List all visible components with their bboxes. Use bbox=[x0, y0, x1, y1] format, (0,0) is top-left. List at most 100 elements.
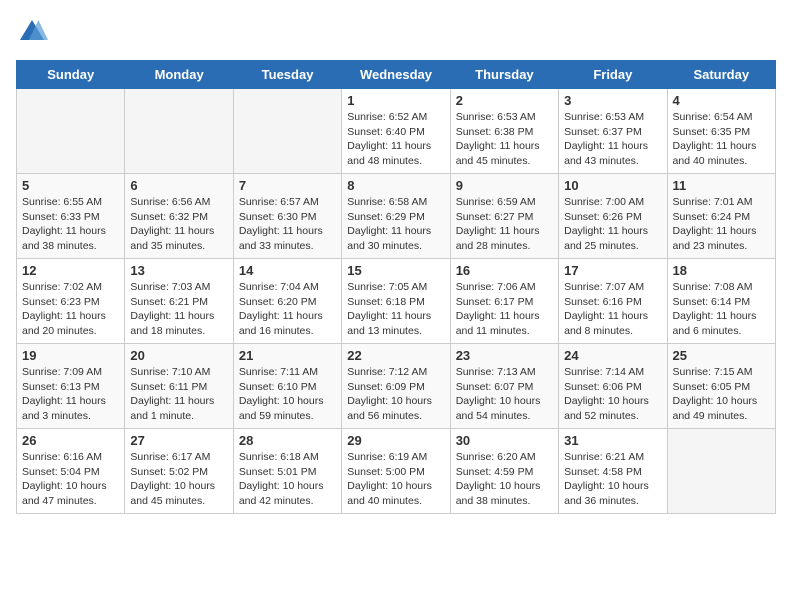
calendar-cell: 14 Sunrise: 7:04 AM Sunset: 6:20 PM Dayli… bbox=[233, 259, 341, 344]
day-number: 19 bbox=[22, 348, 119, 363]
day-number: 17 bbox=[564, 263, 661, 278]
calendar-cell: 21 Sunrise: 7:11 AM Sunset: 6:10 PM Dayli… bbox=[233, 344, 341, 429]
page-header bbox=[16, 16, 776, 48]
day-info: Sunrise: 7:13 AM Sunset: 6:07 PM Dayligh… bbox=[456, 365, 553, 424]
calendar-cell: 18 Sunrise: 7:08 AM Sunset: 6:14 PM Dayli… bbox=[667, 259, 775, 344]
calendar-cell: 30 Sunrise: 6:20 AM Sunset: 4:59 PM Dayli… bbox=[450, 429, 558, 514]
calendar-week-row: 19 Sunrise: 7:09 AM Sunset: 6:13 PM Dayli… bbox=[17, 344, 776, 429]
header-day: Tuesday bbox=[233, 61, 341, 89]
calendar-cell: 2Sunrise: 6:53 AM Sunset: 6:38 PM Daylig… bbox=[450, 89, 558, 174]
calendar-cell: 4 Sunrise: 6:54 AM Sunset: 6:35 PM Daylig… bbox=[667, 89, 775, 174]
day-info: Sunrise: 6:54 AM Sunset: 6:35 PM Dayligh… bbox=[673, 110, 770, 169]
day-info: Sunrise: 6:59 AM Sunset: 6:27 PM Dayligh… bbox=[456, 195, 553, 254]
calendar-cell: 16 Sunrise: 7:06 AM Sunset: 6:17 PM Dayli… bbox=[450, 259, 558, 344]
calendar-week-row: 12 Sunrise: 7:02 AM Sunset: 6:23 PM Dayli… bbox=[17, 259, 776, 344]
day-number: 31 bbox=[564, 433, 661, 448]
day-number: 30 bbox=[456, 433, 553, 448]
calendar-cell: 19 Sunrise: 7:09 AM Sunset: 6:13 PM Dayli… bbox=[17, 344, 125, 429]
calendar-cell bbox=[17, 89, 125, 174]
day-number: 28 bbox=[239, 433, 336, 448]
day-number: 20 bbox=[130, 348, 227, 363]
day-info: Sunrise: 7:03 AM Sunset: 6:21 PM Dayligh… bbox=[130, 280, 227, 339]
calendar-body: 1 Sunrise: 6:52 AM Sunset: 6:40 PM Daylig… bbox=[17, 89, 776, 514]
day-info: Sunrise: 6:56 AM Sunset: 6:32 PM Dayligh… bbox=[130, 195, 227, 254]
calendar-cell: 6 Sunrise: 6:56 AM Sunset: 6:32 PM Daylig… bbox=[125, 174, 233, 259]
day-number: 29 bbox=[347, 433, 444, 448]
day-info: Sunrise: 7:08 AM Sunset: 6:14 PM Dayligh… bbox=[673, 280, 770, 339]
header-day: Sunday bbox=[17, 61, 125, 89]
day-info: Sunrise: 6:17 AM Sunset: 5:02 PM Dayligh… bbox=[130, 450, 227, 509]
calendar-cell: 5 Sunrise: 6:55 AM Sunset: 6:33 PM Daylig… bbox=[17, 174, 125, 259]
calendar-table: SundayMondayTuesdayWednesdayThursdayFrid… bbox=[16, 60, 776, 514]
day-number: 1 bbox=[347, 93, 444, 108]
day-number: 12 bbox=[22, 263, 119, 278]
calendar-header: SundayMondayTuesdayWednesdayThursdayFrid… bbox=[17, 61, 776, 89]
day-info: Sunrise: 7:12 AM Sunset: 6:09 PM Dayligh… bbox=[347, 365, 444, 424]
day-number: 10 bbox=[564, 178, 661, 193]
day-number: 26 bbox=[22, 433, 119, 448]
day-number: 13 bbox=[130, 263, 227, 278]
day-number: 2 bbox=[456, 93, 553, 108]
day-number: 14 bbox=[239, 263, 336, 278]
calendar-cell: 12 Sunrise: 7:02 AM Sunset: 6:23 PM Dayli… bbox=[17, 259, 125, 344]
day-info: Sunrise: 6:20 AM Sunset: 4:59 PM Dayligh… bbox=[456, 450, 553, 509]
calendar-cell: 26 Sunrise: 6:16 AM Sunset: 5:04 PM Dayli… bbox=[17, 429, 125, 514]
calendar-week-row: 1 Sunrise: 6:52 AM Sunset: 6:40 PM Daylig… bbox=[17, 89, 776, 174]
calendar-cell: 11 Sunrise: 7:01 AM Sunset: 6:24 PM Dayli… bbox=[667, 174, 775, 259]
calendar-cell: 31 Sunrise: 6:21 AM Sunset: 4:58 PM Dayli… bbox=[559, 429, 667, 514]
day-info: Sunrise: 7:02 AM Sunset: 6:23 PM Dayligh… bbox=[22, 280, 119, 339]
calendar-cell: 13 Sunrise: 7:03 AM Sunset: 6:21 PM Dayli… bbox=[125, 259, 233, 344]
day-number: 24 bbox=[564, 348, 661, 363]
day-number: 21 bbox=[239, 348, 336, 363]
day-number: 8 bbox=[347, 178, 444, 193]
day-info: Sunrise: 7:11 AM Sunset: 6:10 PM Dayligh… bbox=[239, 365, 336, 424]
day-info: Sunrise: 6:16 AM Sunset: 5:04 PM Dayligh… bbox=[22, 450, 119, 509]
calendar-cell: 25 Sunrise: 7:15 AM Sunset: 6:05 PM Dayli… bbox=[667, 344, 775, 429]
calendar-cell: 1 Sunrise: 6:52 AM Sunset: 6:40 PM Daylig… bbox=[342, 89, 450, 174]
calendar-cell: 20 Sunrise: 7:10 AM Sunset: 6:11 PM Dayli… bbox=[125, 344, 233, 429]
calendar-cell: 24 Sunrise: 7:14 AM Sunset: 6:06 PM Dayli… bbox=[559, 344, 667, 429]
day-number: 3 bbox=[564, 93, 661, 108]
day-info: Sunrise: 7:01 AM Sunset: 6:24 PM Dayligh… bbox=[673, 195, 770, 254]
header-day: Thursday bbox=[450, 61, 558, 89]
day-number: 16 bbox=[456, 263, 553, 278]
calendar-cell: 27 Sunrise: 6:17 AM Sunset: 5:02 PM Dayli… bbox=[125, 429, 233, 514]
calendar-cell: 10Sunrise: 7:00 AM Sunset: 6:26 PM Dayli… bbox=[559, 174, 667, 259]
calendar-cell: 3Sunrise: 6:53 AM Sunset: 6:37 PM Daylig… bbox=[559, 89, 667, 174]
day-info: Sunrise: 6:52 AM Sunset: 6:40 PM Dayligh… bbox=[347, 110, 444, 169]
calendar-week-row: 5 Sunrise: 6:55 AM Sunset: 6:33 PM Daylig… bbox=[17, 174, 776, 259]
day-info: Sunrise: 6:19 AM Sunset: 5:00 PM Dayligh… bbox=[347, 450, 444, 509]
day-info: Sunrise: 7:07 AM Sunset: 6:16 PM Dayligh… bbox=[564, 280, 661, 339]
day-info: Sunrise: 7:09 AM Sunset: 6:13 PM Dayligh… bbox=[22, 365, 119, 424]
calendar-cell: 17 Sunrise: 7:07 AM Sunset: 6:16 PM Dayli… bbox=[559, 259, 667, 344]
calendar-cell: 9 Sunrise: 6:59 AM Sunset: 6:27 PM Daylig… bbox=[450, 174, 558, 259]
day-number: 4 bbox=[673, 93, 770, 108]
header-day: Monday bbox=[125, 61, 233, 89]
day-info: Sunrise: 6:55 AM Sunset: 6:33 PM Dayligh… bbox=[22, 195, 119, 254]
day-number: 11 bbox=[673, 178, 770, 193]
header-day: Wednesday bbox=[342, 61, 450, 89]
calendar-cell: 28 Sunrise: 6:18 AM Sunset: 5:01 PM Dayli… bbox=[233, 429, 341, 514]
day-number: 5 bbox=[22, 178, 119, 193]
day-info: Sunrise: 7:10 AM Sunset: 6:11 PM Dayligh… bbox=[130, 365, 227, 424]
day-number: 6 bbox=[130, 178, 227, 193]
calendar-cell: 8Sunrise: 6:58 AM Sunset: 6:29 PM Daylig… bbox=[342, 174, 450, 259]
day-info: Sunrise: 6:18 AM Sunset: 5:01 PM Dayligh… bbox=[239, 450, 336, 509]
day-number: 9 bbox=[456, 178, 553, 193]
day-info: Sunrise: 7:04 AM Sunset: 6:20 PM Dayligh… bbox=[239, 280, 336, 339]
day-info: Sunrise: 7:06 AM Sunset: 6:17 PM Dayligh… bbox=[456, 280, 553, 339]
day-number: 27 bbox=[130, 433, 227, 448]
day-number: 18 bbox=[673, 263, 770, 278]
calendar-week-row: 26 Sunrise: 6:16 AM Sunset: 5:04 PM Dayli… bbox=[17, 429, 776, 514]
day-number: 25 bbox=[673, 348, 770, 363]
day-info: Sunrise: 7:15 AM Sunset: 6:05 PM Dayligh… bbox=[673, 365, 770, 424]
day-number: 23 bbox=[456, 348, 553, 363]
calendar-cell: 23 Sunrise: 7:13 AM Sunset: 6:07 PM Dayli… bbox=[450, 344, 558, 429]
header-row: SundayMondayTuesdayWednesdayThursdayFrid… bbox=[17, 61, 776, 89]
day-info: Sunrise: 6:21 AM Sunset: 4:58 PM Dayligh… bbox=[564, 450, 661, 509]
day-info: Sunrise: 7:14 AM Sunset: 6:06 PM Dayligh… bbox=[564, 365, 661, 424]
day-number: 15 bbox=[347, 263, 444, 278]
day-number: 22 bbox=[347, 348, 444, 363]
calendar-cell: 29 Sunrise: 6:19 AM Sunset: 5:00 PM Dayli… bbox=[342, 429, 450, 514]
day-info: Sunrise: 7:05 AM Sunset: 6:18 PM Dayligh… bbox=[347, 280, 444, 339]
